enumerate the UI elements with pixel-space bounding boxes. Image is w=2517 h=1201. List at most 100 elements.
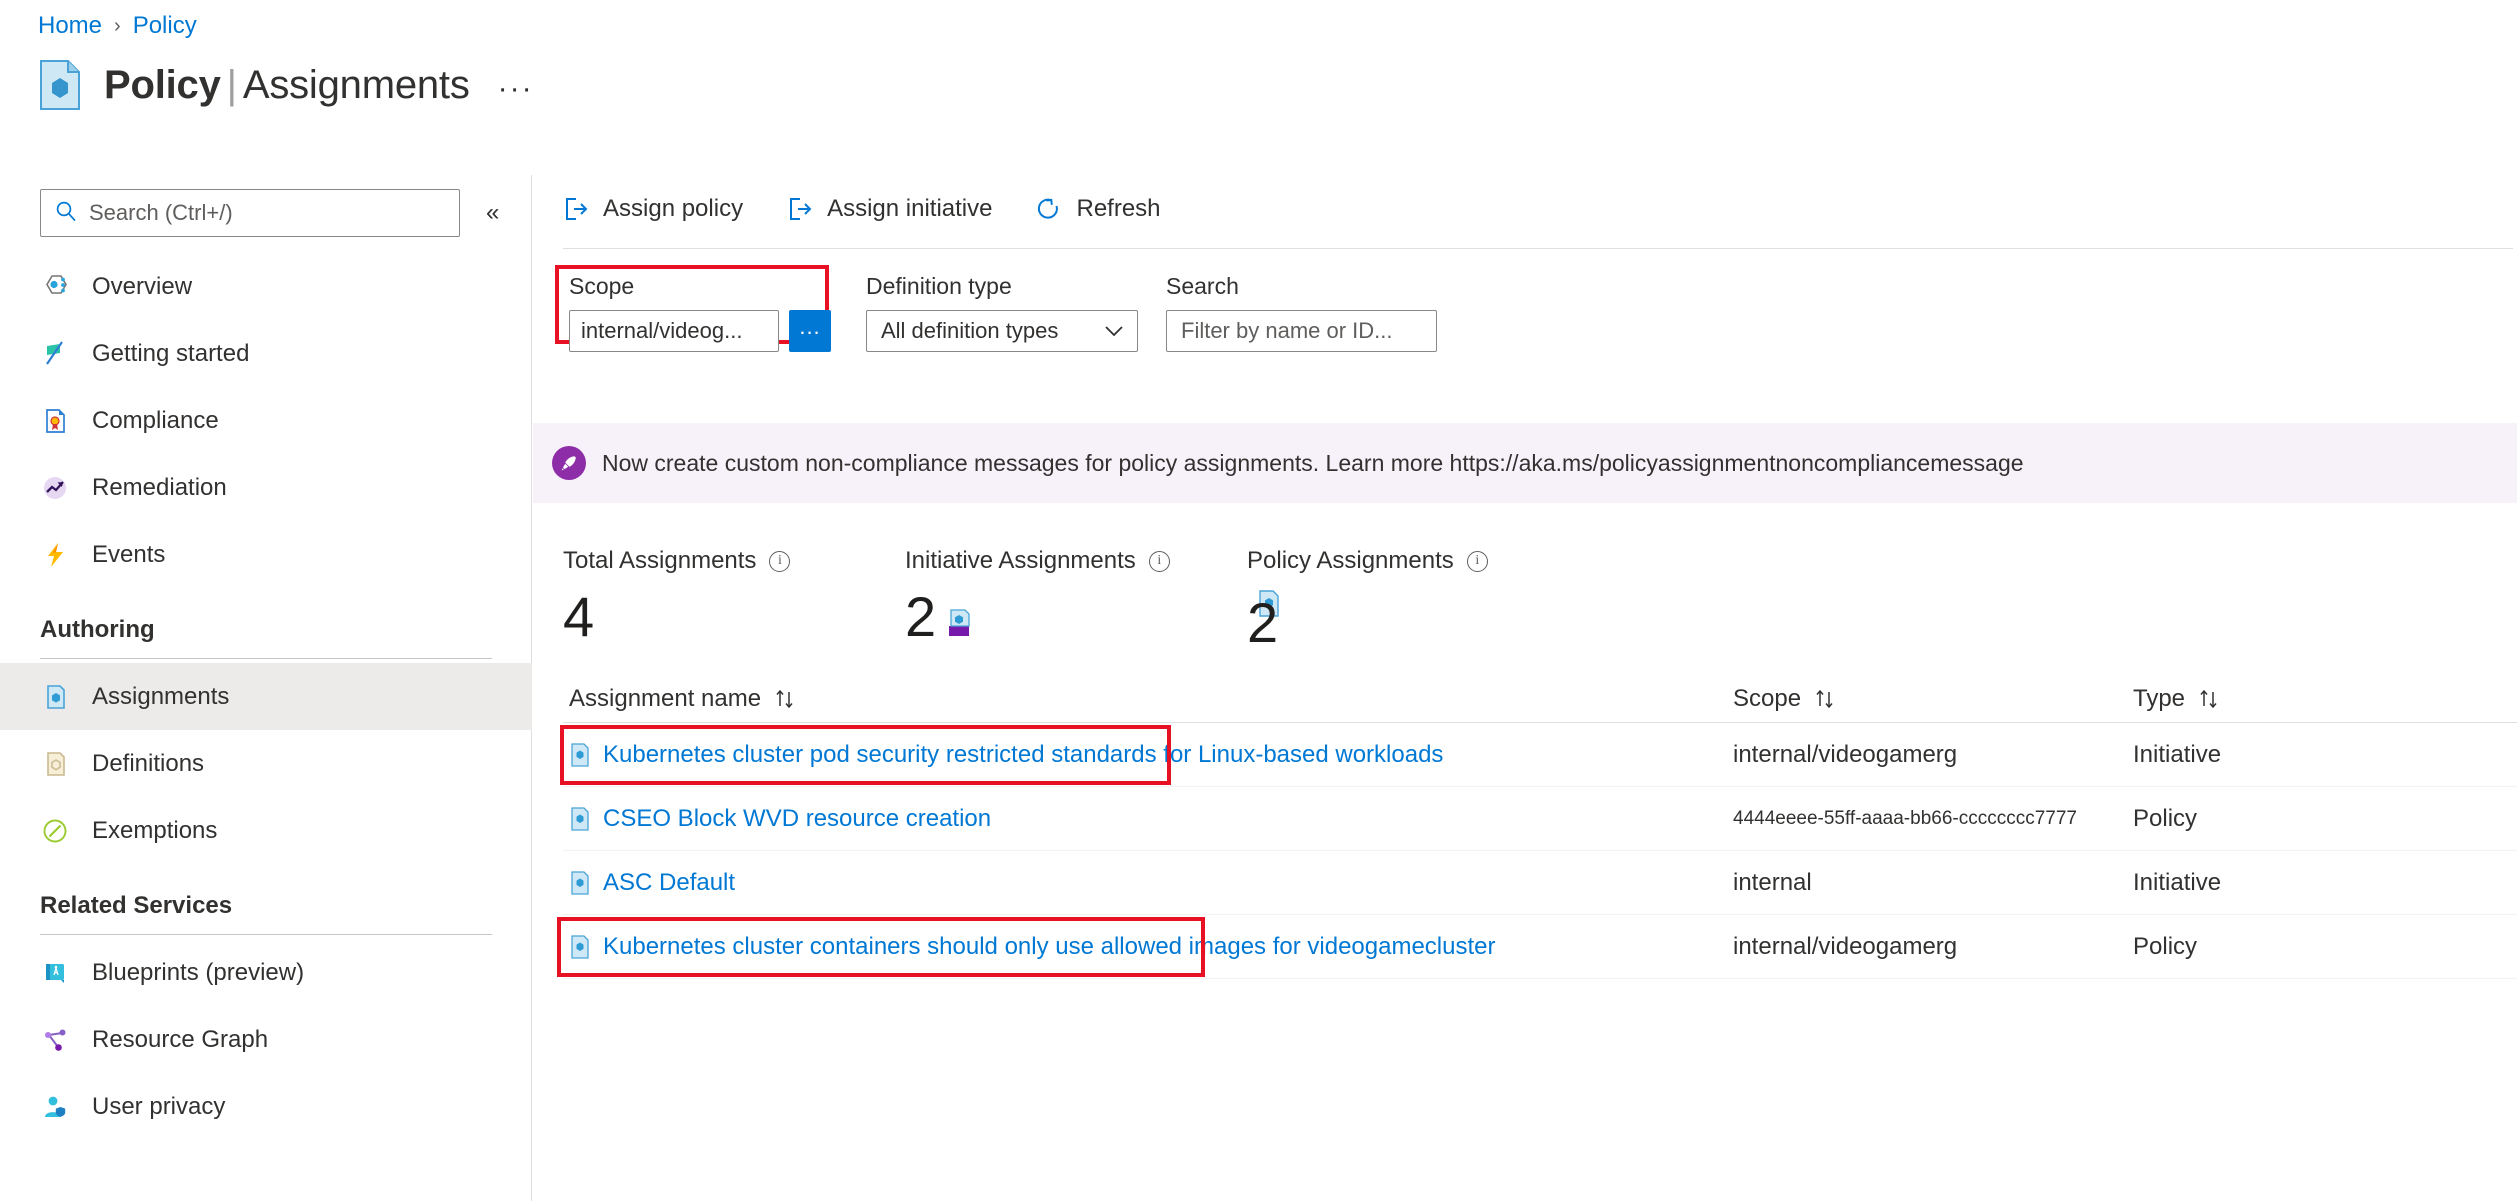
assign-initiative-label: Assign initiative: [827, 195, 993, 222]
sidebar-item-label: Blueprints (preview): [92, 958, 305, 986]
cell-scope: internal/videogamerg: [1733, 740, 1958, 768]
scope-input[interactable]: internal/videog...: [569, 310, 779, 352]
column-header-type[interactable]: Type: [2133, 685, 2433, 713]
sidebar-item-compliance[interactable]: Compliance: [0, 387, 532, 454]
chevron-down-icon: [1103, 318, 1125, 344]
policy-icon: [569, 934, 591, 960]
info-icon[interactable]: i: [1148, 550, 1170, 572]
sidebar-item-label: Getting started: [92, 339, 250, 367]
stat-policy-value-wrap: 2: [1247, 595, 1278, 651]
refresh-label: Refresh: [1076, 195, 1161, 222]
policy-icon: [569, 870, 591, 896]
table-row[interactable]: CSEO Block WVD resource creation 4444eee…: [563, 787, 2517, 851]
cell-assignment-name[interactable]: CSEO Block WVD resource creation: [563, 805, 1733, 833]
sidebar-divider: [40, 658, 492, 659]
assignment-name-link[interactable]: Kubernetes cluster containers should onl…: [603, 933, 1496, 961]
collapse-sidebar-icon[interactable]: «: [486, 199, 499, 227]
sidebar-item-user-privacy[interactable]: User privacy: [0, 1073, 532, 1140]
cell-assignment-name[interactable]: Kubernetes cluster pod security restrict…: [563, 741, 1733, 769]
rocket-icon: [552, 446, 586, 480]
assignment-name-link[interactable]: Kubernetes cluster pod security restrict…: [603, 741, 1443, 769]
refresh-button[interactable]: Refresh: [1036, 195, 1161, 223]
initiative-icon: [944, 606, 974, 643]
sidebar-item-label: Events: [92, 540, 166, 568]
sort-icon[interactable]: [1813, 688, 1837, 710]
assignment-name-link[interactable]: ASC Default: [603, 869, 735, 897]
definition-type-value: All definition types: [881, 318, 1059, 343]
assignment-name-link[interactable]: CSEO Block WVD resource creation: [603, 805, 991, 833]
cell-assignment-name[interactable]: ASC Default: [563, 869, 1733, 897]
column-header-scope[interactable]: Scope: [1733, 685, 2133, 713]
breadcrumb: Home › Policy: [38, 12, 197, 40]
column-header-assignment-name[interactable]: Assignment name: [563, 685, 1733, 713]
table-header: Assignment name Scope Type: [563, 675, 2517, 723]
policy-overview-icon: [40, 272, 70, 302]
table-row[interactable]: ASC Default internal Initiative: [563, 851, 2517, 915]
sidebar-item-assignments[interactable]: Assignments: [0, 663, 532, 730]
banner-message: Now create custom non-compliance message…: [602, 449, 2024, 476]
definition-type-select[interactable]: All definition types: [866, 310, 1138, 352]
breadcrumb-separator: ›: [114, 14, 121, 37]
cell-assignment-name[interactable]: Kubernetes cluster containers should onl…: [563, 933, 1733, 961]
sidebar-item-label: User privacy: [92, 1092, 226, 1120]
assignment-document-icon: [40, 682, 70, 712]
assign-policy-icon: [563, 196, 589, 222]
sidebar: Search (Ctrl+/) « Overview Getting start…: [0, 175, 532, 1201]
search-icon: [55, 200, 77, 227]
cell-type: Initiative: [2133, 868, 2222, 896]
stat-label: Total Assignments: [563, 547, 757, 574]
search-label: Search: [1166, 273, 1239, 299]
sidebar-item-getting-started[interactable]: Getting started: [0, 320, 532, 387]
breadcrumb-home[interactable]: Home: [38, 12, 102, 40]
resource-graph-icon: [40, 1025, 70, 1055]
sidebar-item-label: Compliance: [92, 406, 219, 434]
assign-policy-label: Assign policy: [603, 195, 744, 222]
sidebar-item-label: Exemptions: [92, 816, 218, 844]
table-row[interactable]: Kubernetes cluster containers should onl…: [557, 915, 2517, 979]
assign-policy-button[interactable]: Assign policy: [563, 195, 743, 223]
refresh-icon: [1036, 196, 1062, 222]
definition-type-label: Definition type: [866, 273, 1012, 299]
sidebar-item-resource-graph[interactable]: Resource Graph: [0, 1006, 532, 1073]
column-label: Assignment name: [569, 684, 762, 712]
name-search-filter: Search Filter by name or ID...: [1166, 273, 1437, 352]
name-search-input[interactable]: Filter by name or ID...: [1166, 310, 1437, 352]
table-row[interactable]: Kubernetes cluster pod security restrict…: [560, 723, 2517, 787]
more-options-icon[interactable]: ···: [498, 72, 534, 110]
flag-icon: [40, 339, 70, 369]
sidebar-item-exemptions[interactable]: Exemptions: [0, 797, 532, 864]
sidebar-item-label: Assignments: [92, 682, 230, 710]
cell-scope: 4444eeee-55ff-aaaa-bb66-cccccccc7777: [1733, 807, 2077, 829]
sort-icon[interactable]: [773, 688, 797, 710]
search-input[interactable]: Search (Ctrl+/): [40, 189, 460, 237]
stats-row: Total Assignments i 4 Initiative Assignm…: [563, 547, 1589, 645]
page-title: Policy | Assignments: [104, 63, 470, 108]
assign-initiative-button[interactable]: Assign initiative: [787, 195, 992, 223]
command-bar: Assign policy Assign initiative Refresh: [563, 183, 1205, 235]
sidebar-item-definitions[interactable]: Definitions: [0, 730, 532, 797]
column-label: Scope: [1733, 684, 1802, 712]
sidebar-search-row: Search (Ctrl+/) «: [40, 189, 499, 237]
stat-value: 2: [1247, 591, 1279, 654]
stat-value: 4: [563, 585, 595, 648]
policy-document-icon: [38, 60, 82, 110]
info-banner: Now create custom non-compliance message…: [533, 423, 2517, 503]
blueprint-icon: [40, 958, 70, 988]
sidebar-item-events[interactable]: Events: [0, 521, 532, 588]
assign-initiative-icon: [787, 196, 813, 222]
sidebar-nav: Overview Getting started Compliance Reme…: [0, 253, 532, 1140]
sidebar-item-overview[interactable]: Overview: [0, 253, 532, 320]
user-privacy-icon: [40, 1092, 70, 1122]
stat-value: 2: [905, 585, 937, 648]
sidebar-item-remediation[interactable]: Remediation: [0, 454, 532, 521]
page-title-service: Policy: [104, 62, 221, 107]
definition-type-filter: Definition type All definition types: [866, 273, 1138, 352]
breadcrumb-policy[interactable]: Policy: [133, 12, 197, 40]
lightning-bolt-icon: [40, 540, 70, 570]
scope-browse-button[interactable]: ...: [789, 310, 831, 352]
info-icon[interactable]: i: [1466, 550, 1488, 572]
sidebar-item-blueprints[interactable]: Blueprints (preview): [0, 939, 532, 1006]
cell-type: Policy: [2133, 932, 2198, 960]
sort-icon[interactable]: [2197, 688, 2221, 710]
info-icon[interactable]: i: [769, 550, 791, 572]
